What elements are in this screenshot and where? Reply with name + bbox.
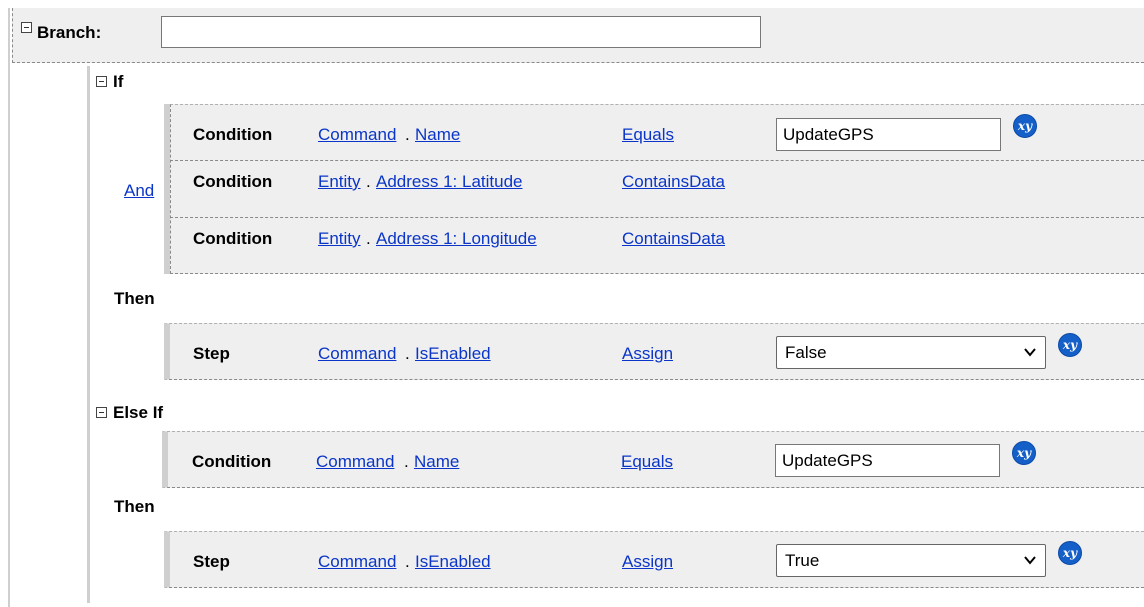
then-label: Then <box>114 289 155 308</box>
row-divider <box>170 217 1144 218</box>
condition-label: Condition <box>193 172 273 191</box>
row-divider <box>170 160 1144 161</box>
separator-dot: . <box>405 125 410 144</box>
xy-expression-icon[interactable]: xy <box>1058 541 1082 565</box>
step-operator-link[interactable]: Assign <box>622 552 673 572</box>
chevron-down-icon <box>1024 556 1036 565</box>
condition-label: Condition <box>193 229 273 248</box>
step-attribute-link[interactable]: IsEnabled <box>415 552 491 572</box>
group-operator-link[interactable]: And <box>124 181 154 201</box>
xy-expression-icon[interactable]: xy <box>1058 333 1082 357</box>
step-value-select[interactable]: True <box>776 544 1046 577</box>
condition-value-input[interactable] <box>775 444 1000 477</box>
then-label: Then <box>114 497 155 516</box>
step-attribute-link[interactable]: IsEnabled <box>415 344 491 364</box>
step-label: Step <box>193 344 230 363</box>
condition-label: Condition <box>193 125 273 144</box>
collapse-minus-icon[interactable] <box>96 76 107 87</box>
condition-attribute-link[interactable]: Name <box>415 125 460 145</box>
separator-dot: . <box>404 452 409 471</box>
condition-value-input[interactable] <box>776 118 1001 151</box>
collapse-minus-icon[interactable] <box>21 22 32 33</box>
separator-dot: . <box>405 344 410 363</box>
condition-label: Condition <box>192 452 272 471</box>
and-group-bar <box>164 104 170 274</box>
step-value-selected: True <box>785 551 820 570</box>
separator-dot: . <box>366 172 371 191</box>
step-value-selected: False <box>785 343 827 362</box>
chevron-down-icon <box>1024 348 1036 357</box>
condition-entity-link[interactable]: Command <box>318 125 396 145</box>
condition-attribute-link[interactable]: Address 1: Longitude <box>376 229 537 249</box>
branch-name-input[interactable] <box>161 16 761 48</box>
condition-entity-link[interactable]: Entity <box>318 172 361 192</box>
inner-guide-bar <box>87 66 90 603</box>
branch-row: Branch: <box>12 8 1144 63</box>
step-entity-link[interactable]: Command <box>318 344 396 364</box>
xy-expression-icon[interactable]: xy <box>1013 114 1037 138</box>
outer-guide-bar <box>8 8 10 607</box>
condition-operator-link[interactable]: Equals <box>621 452 673 472</box>
condition-operator-link[interactable]: ContainsData <box>622 229 725 249</box>
condition-attribute-link[interactable]: Name <box>414 452 459 472</box>
xy-expression-icon[interactable]: xy <box>1012 441 1036 465</box>
step-operator-link[interactable]: Assign <box>622 344 673 364</box>
branch-label: Branch: <box>37 23 102 42</box>
step-label: Step <box>193 552 230 571</box>
separator-dot: . <box>405 552 410 571</box>
collapse-minus-icon[interactable] <box>96 407 107 418</box>
else-if-label: Else If <box>113 403 164 422</box>
condition-entity-link[interactable]: Entity <box>318 229 361 249</box>
condition-operator-link[interactable]: ContainsData <box>622 172 725 192</box>
if-label: If <box>113 72 124 91</box>
step-entity-link[interactable]: Command <box>318 552 396 572</box>
condition-attribute-link[interactable]: Address 1: Latitude <box>376 172 522 192</box>
condition-operator-link[interactable]: Equals <box>622 125 674 145</box>
condition-entity-link[interactable]: Command <box>316 452 394 472</box>
separator-dot: . <box>366 229 371 248</box>
step-value-select[interactable]: False <box>776 336 1046 369</box>
